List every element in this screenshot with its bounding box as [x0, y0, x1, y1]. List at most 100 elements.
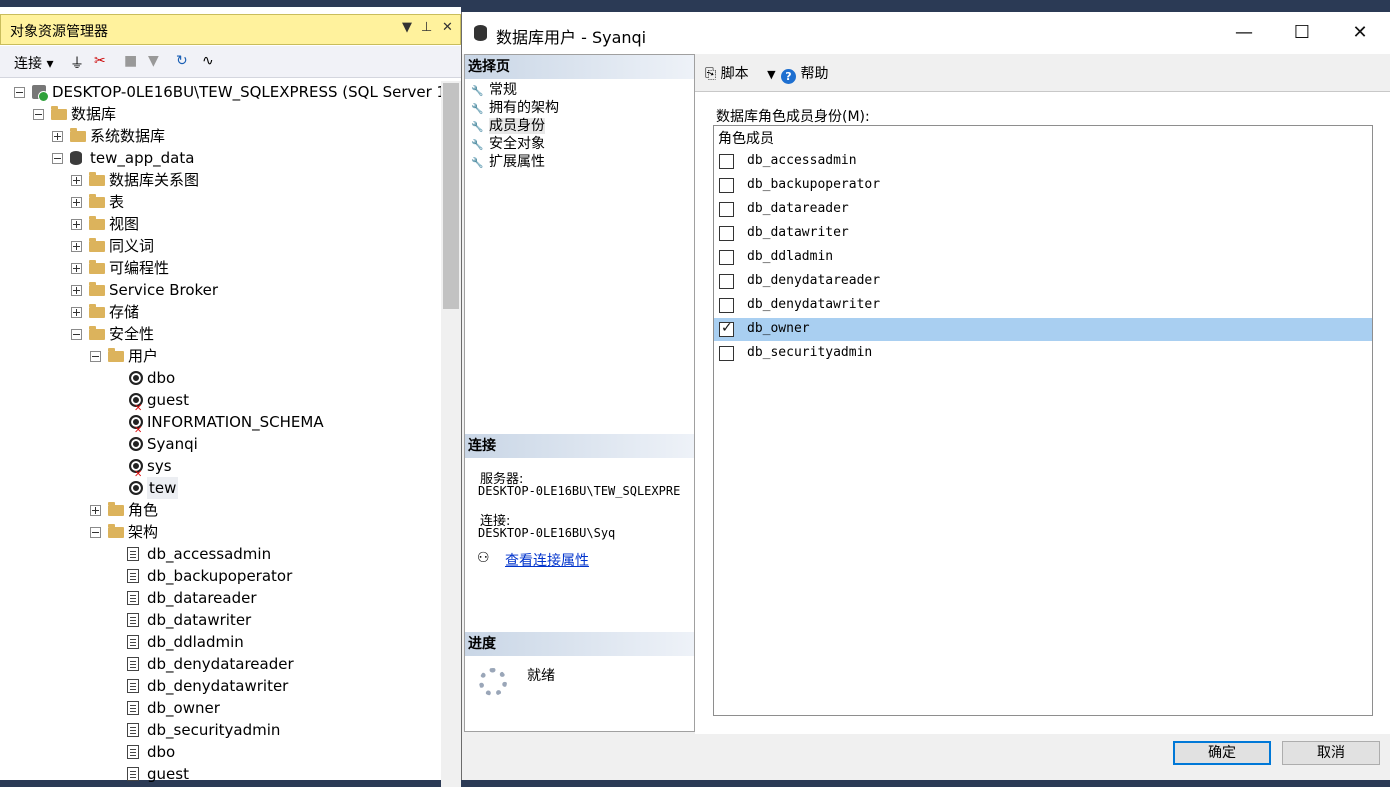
cancel-button[interactable]: 取消: [1282, 741, 1380, 765]
role-row[interactable]: db_securityadmin: [714, 342, 1372, 365]
script-button[interactable]: ⎘ 脚本 ▼: [705, 63, 776, 83]
folder-icon: [89, 216, 105, 230]
tree-node[interactable]: guest: [0, 389, 441, 420]
tree-node[interactable]: db_securityadmin: [0, 719, 441, 741]
tree-node[interactable]: 存储: [0, 301, 441, 323]
scrollbar-thumb[interactable]: [443, 83, 459, 309]
tree-node[interactable]: tew_app_data: [0, 147, 441, 169]
tree-node[interactable]: 可编程性: [0, 257, 441, 279]
tree-node[interactable]: 视图: [0, 213, 441, 235]
folder-icon: [70, 128, 86, 142]
tree-node[interactable]: dbo: [0, 367, 441, 389]
connect-plug-icon[interactable]: ⏚: [70, 53, 84, 73]
tree-node[interactable]: db_backupoperator: [0, 565, 441, 587]
tree-node[interactable]: db_denydatawriter: [0, 675, 441, 697]
folder-icon: [51, 106, 67, 120]
dropdown-icon[interactable]: ▼: [402, 20, 412, 35]
tree-node[interactable]: 同义词: [0, 235, 441, 257]
object-explorer-toolbar: 连接 ▾ ⏚ ✂ ■ ▼ ↻ ∿: [0, 46, 461, 78]
role-checkbox[interactable]: [719, 178, 734, 193]
role-checkbox[interactable]: [719, 250, 734, 265]
role-row[interactable]: db_datareader: [714, 198, 1372, 221]
ok-button[interactable]: 确定: [1173, 741, 1271, 765]
user-icon: [127, 437, 143, 451]
page-item[interactable]: 🔧 成员身份: [471, 117, 545, 135]
minimize-button[interactable]: —: [1224, 20, 1264, 46]
expand-icon[interactable]: [71, 175, 82, 186]
role-checkbox[interactable]: [719, 274, 734, 289]
schema-icon: [127, 547, 139, 561]
tree-node[interactable]: db_datareader: [0, 587, 441, 609]
tree-node[interactable]: 数据库: [0, 103, 441, 125]
tree-node[interactable]: guest: [0, 763, 441, 785]
pin-icon[interactable]: ⊥: [421, 20, 432, 35]
expand-icon[interactable]: [71, 241, 82, 252]
close-icon[interactable]: ✕: [442, 20, 453, 35]
role-row[interactable]: db_denydatareader: [714, 270, 1372, 293]
tree-node[interactable]: db_datawriter: [0, 609, 441, 631]
collapse-icon[interactable]: [14, 87, 25, 98]
role-checkbox[interactable]: [719, 154, 734, 169]
tree-node[interactable]: dbo: [0, 741, 441, 763]
tree-node[interactable]: 用户: [0, 345, 441, 367]
tree-node[interactable]: 角色: [0, 499, 441, 521]
tree-node-label: 视图: [109, 215, 140, 233]
view-connection-properties-link[interactable]: 查看连接属性: [505, 550, 589, 570]
activity-monitor-icon[interactable]: ∿: [202, 53, 214, 69]
role-row[interactable]: db_denydatawriter: [714, 294, 1372, 317]
collapse-icon[interactable]: [52, 153, 63, 164]
page-item[interactable]: 🔧 常规: [471, 81, 517, 99]
collapse-icon[interactable]: [90, 527, 101, 538]
tree-scrollbar[interactable]: [441, 81, 461, 787]
tree-node[interactable]: 安全性: [0, 323, 441, 345]
expand-icon[interactable]: [52, 131, 63, 142]
tree-node[interactable]: tew: [0, 477, 441, 499]
role-row[interactable]: db_accessadmin: [714, 150, 1372, 173]
role-checkbox[interactable]: [719, 346, 734, 361]
page-item[interactable]: 🔧 拥有的架构: [471, 99, 559, 117]
expand-icon[interactable]: [71, 197, 82, 208]
stop-icon[interactable]: ■: [124, 53, 137, 69]
tree-node-label: tew: [147, 477, 179, 499]
expand-icon[interactable]: [71, 219, 82, 230]
role-checkbox[interactable]: [719, 320, 734, 337]
collapse-icon[interactable]: [71, 329, 82, 340]
expand-icon[interactable]: [71, 285, 82, 296]
tree-node[interactable]: db_owner: [0, 697, 441, 719]
collapse-icon[interactable]: [33, 109, 44, 120]
expand-icon[interactable]: [71, 307, 82, 318]
connect-button[interactable]: 连接 ▾: [14, 53, 53, 73]
filter-icon[interactable]: ▼: [148, 53, 159, 69]
tree-node[interactable]: Service Broker: [0, 279, 441, 301]
close-button[interactable]: ✕: [1340, 20, 1380, 46]
tree-node[interactable]: DESKTOP-0LE16BU\TEW_SQLEXPRESS (SQL Serv…: [0, 81, 441, 103]
role-row[interactable]: db_backupoperator: [714, 174, 1372, 197]
tree-node[interactable]: 数据库关系图: [0, 169, 441, 191]
tree-node[interactable]: db_denydatareader: [0, 653, 441, 675]
role-checkbox[interactable]: [719, 226, 734, 241]
expand-icon[interactable]: [90, 505, 101, 516]
maximize-button[interactable]: ☐: [1282, 20, 1322, 46]
help-button[interactable]: ? 帮助: [781, 63, 828, 84]
page-item[interactable]: 🔧 扩展属性: [471, 153, 545, 171]
tree-node[interactable]: Syanqi: [0, 433, 441, 455]
tree-node[interactable]: db_accessadmin: [0, 543, 441, 565]
role-row[interactable]: db_ddladmin: [714, 246, 1372, 269]
tree-node-label: 用户: [128, 347, 159, 365]
tree-node[interactable]: sys: [0, 455, 441, 486]
tree-node[interactable]: 表: [0, 191, 441, 213]
collapse-icon[interactable]: [90, 351, 101, 362]
tree-node[interactable]: 架构: [0, 521, 441, 543]
tree-node[interactable]: db_ddladmin: [0, 631, 441, 653]
tree-node[interactable]: 系统数据库: [0, 125, 441, 147]
role-checkbox[interactable]: [719, 298, 734, 313]
page-item[interactable]: 🔧 安全对象: [471, 135, 545, 153]
role-row[interactable]: db_datawriter: [714, 222, 1372, 245]
role-row[interactable]: db_owner: [714, 318, 1372, 341]
expand-icon[interactable]: [71, 263, 82, 274]
role-checkbox[interactable]: [719, 202, 734, 217]
disconnect-icon[interactable]: ✂: [94, 53, 106, 69]
dialog-titlebar: 数据库用户 - Syanqi — ☐ ✕: [462, 12, 1390, 54]
tree-node[interactable]: INFORMATION_SCHEMA: [0, 411, 441, 442]
refresh-icon[interactable]: ↻: [176, 53, 188, 69]
